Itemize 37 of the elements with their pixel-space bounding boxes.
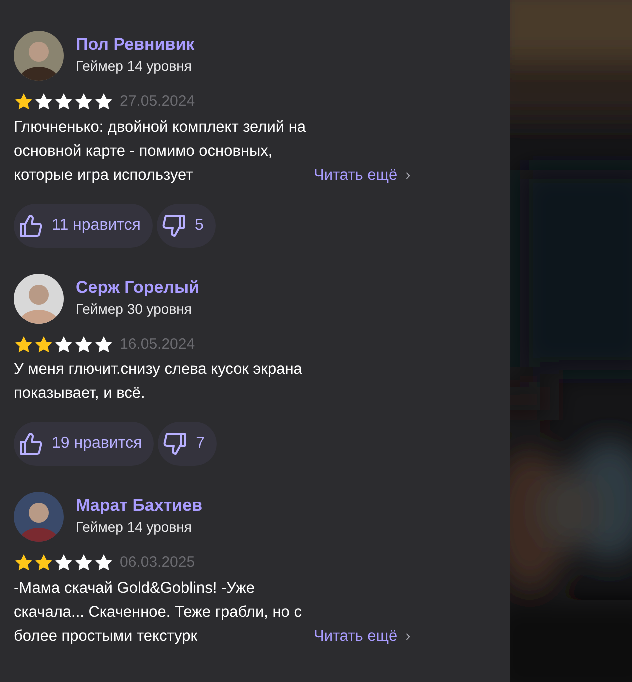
author-name[interactable]: Пол Ревнивик <box>76 34 195 56</box>
star-icon <box>74 92 94 112</box>
star-icon <box>14 92 34 112</box>
gamer-level: Геймер 14 уровня <box>76 57 193 76</box>
thumbs-down-icon <box>160 212 187 238</box>
review-date: 16.05.2024 <box>120 334 196 354</box>
star-icon <box>94 92 114 112</box>
star-icon <box>14 334 34 355</box>
star-icon <box>74 553 94 574</box>
review-date: 27.05.2024 <box>120 92 196 112</box>
star-icon <box>94 553 114 574</box>
star-icon <box>34 92 54 112</box>
star-icon <box>34 553 54 574</box>
gamer-level: Геймер 30 уровня <box>76 300 193 318</box>
thumbs-up-icon <box>18 431 44 457</box>
review-date: 06.03.2025 <box>120 553 196 573</box>
read-more-link[interactable]: Читать ещё › <box>314 164 411 188</box>
review-text: Глючненько: двойной комплект зелий на основной карте - помимо основных, которые игра использует <box>14 118 306 186</box>
star-icon <box>94 334 114 355</box>
star-icon <box>14 553 34 574</box>
review-text: У меня глючит.снизу слева кусок экрана показывает, и всё. <box>14 360 304 404</box>
dislike-button[interactable]: 5 <box>156 204 216 248</box>
review-text: -Мама скачай Gold&Goblins! -Уже скачала... Скаченное. Теже грабли, но с более простыми текстурк <box>14 578 303 646</box>
like-button[interactable]: 19 нравится <box>14 422 154 466</box>
author-name[interactable]: Серж Горелый <box>76 276 200 298</box>
star-icon <box>74 334 94 355</box>
gamer-level: Геймер 14 уровня <box>76 518 193 537</box>
dislike-button[interactable]: 7 <box>158 422 218 466</box>
star-icon <box>54 553 74 574</box>
star-icon <box>34 334 54 355</box>
author-name[interactable]: Марат Бахтиев <box>76 495 203 517</box>
thumbs-down-icon <box>162 431 188 457</box>
read-more-link[interactable]: Читать ещё › <box>314 624 411 648</box>
star-icon <box>54 334 74 355</box>
star-icon <box>54 92 74 112</box>
like-button[interactable]: 11 нравится <box>14 204 153 248</box>
thumbs-up-icon <box>18 212 44 238</box>
